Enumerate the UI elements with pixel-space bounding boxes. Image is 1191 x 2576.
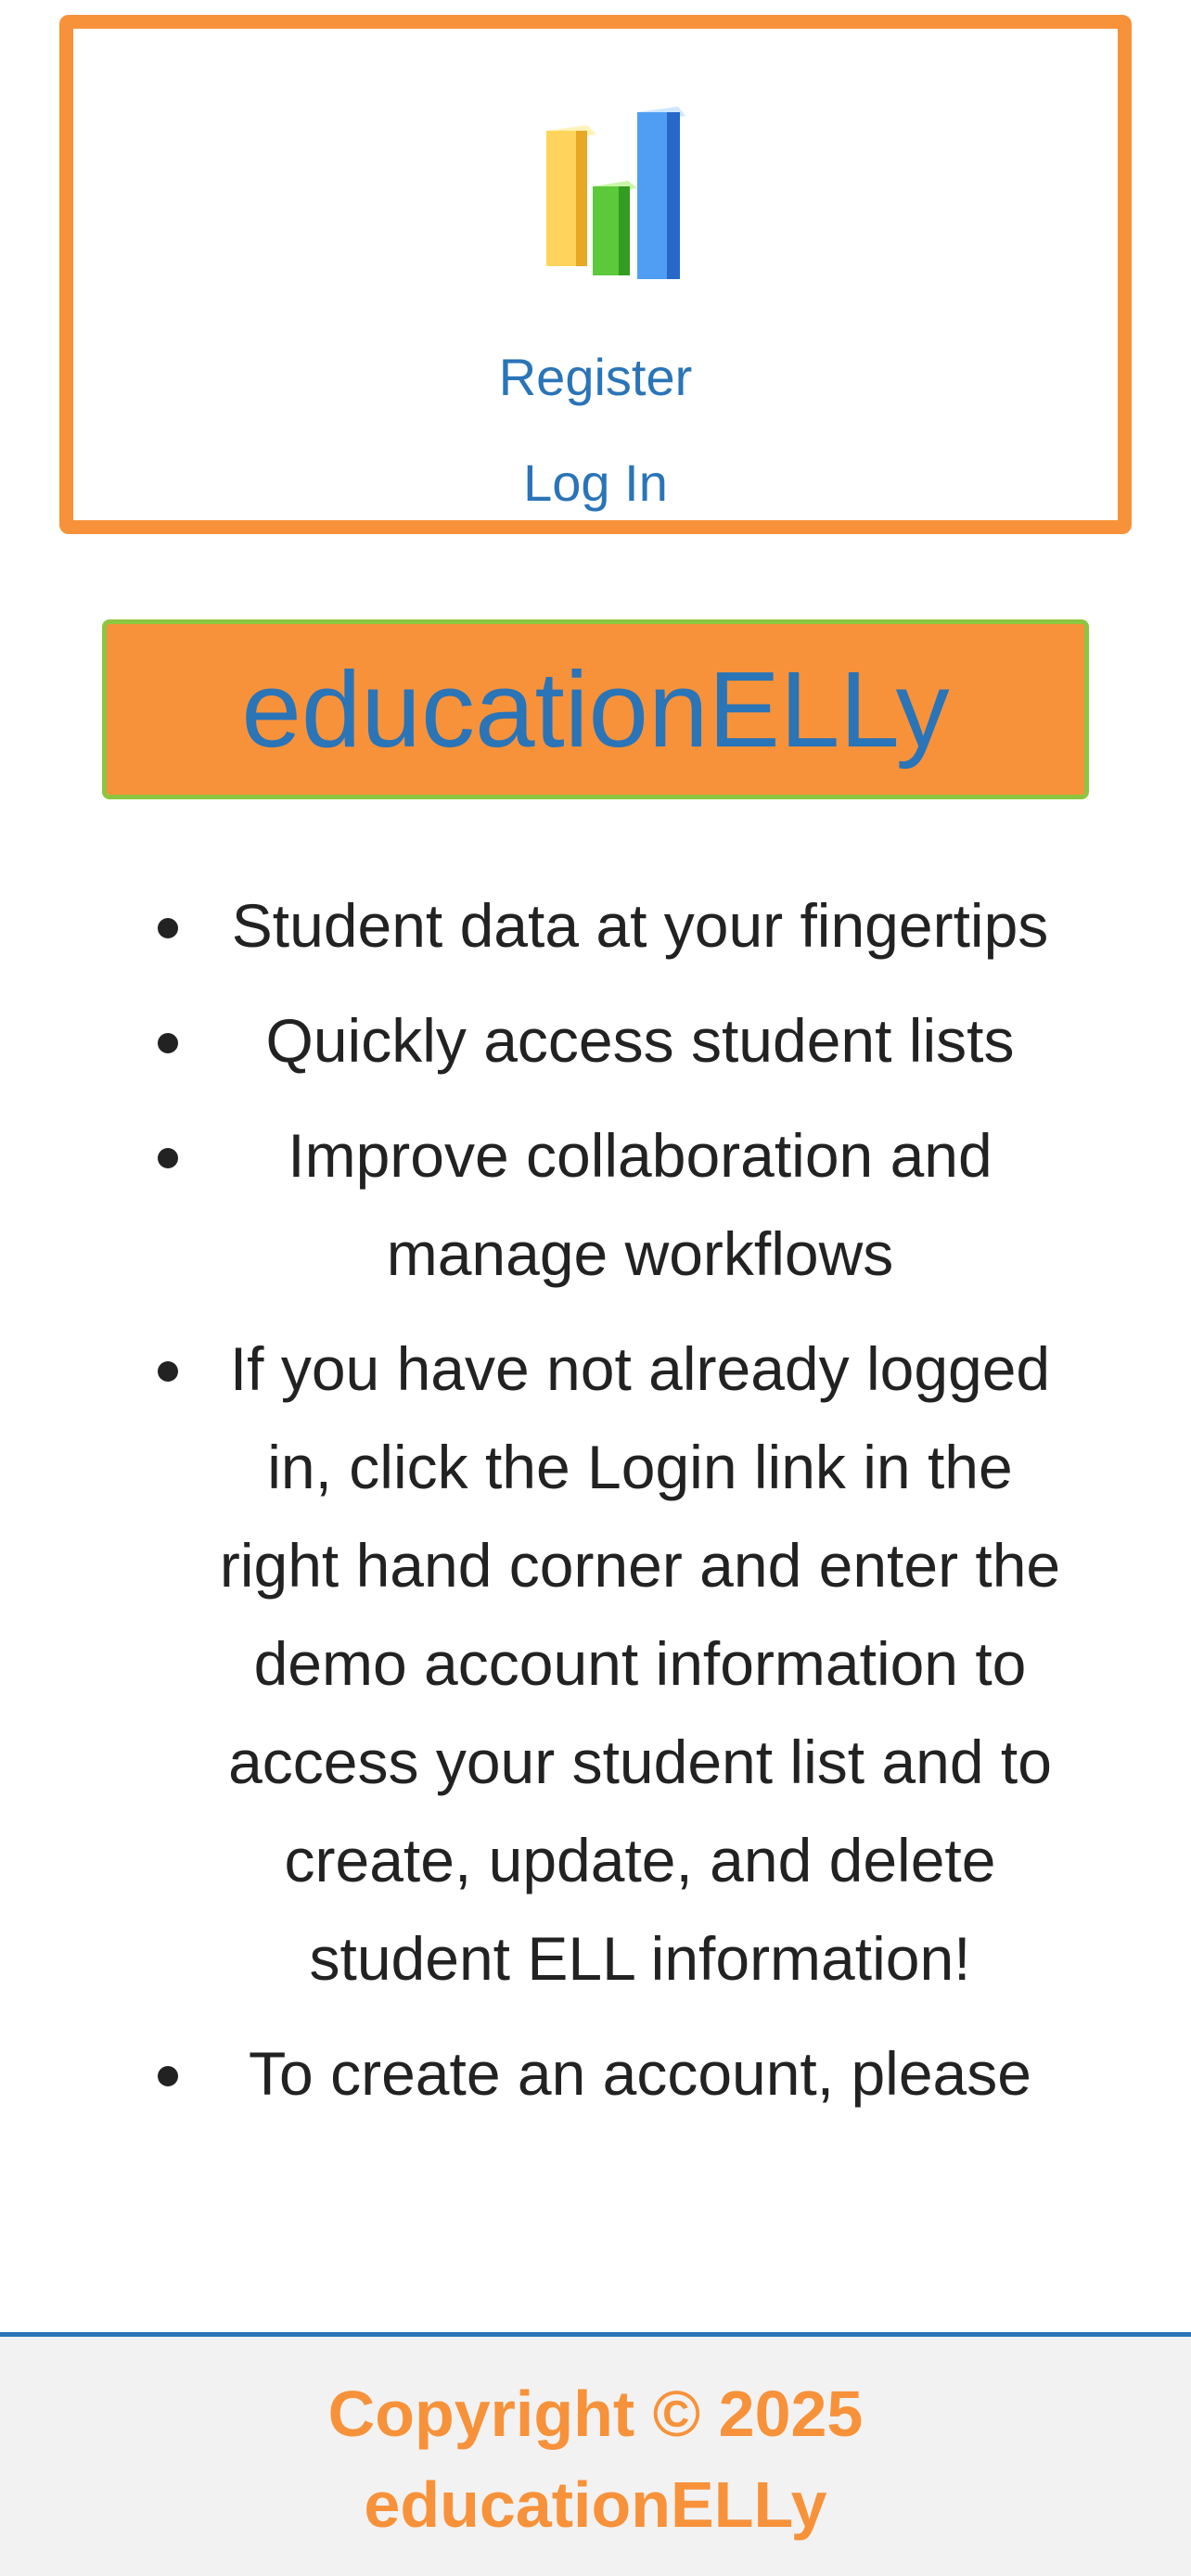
bullet-icon <box>158 1033 178 1053</box>
list-item: To create an account, please <box>148 2024 1076 2123</box>
nav-box: Register Log In <box>59 15 1132 534</box>
feature-text: If you have not already logged in, click… <box>219 1334 1061 1993</box>
list-item: Quickly access student lists <box>148 991 1076 1090</box>
register-link[interactable]: Register <box>73 348 1118 407</box>
bar-chart-icon <box>546 107 685 279</box>
page-title: educationELLy <box>241 649 950 770</box>
bullet-icon <box>158 1148 178 1168</box>
footer: Copyright © 2025 educationELLy <box>0 2332 1191 2576</box>
bullet-icon <box>158 2066 178 2086</box>
bullet-icon <box>158 1361 178 1382</box>
login-link[interactable]: Log In <box>73 453 1118 513</box>
bullet-icon <box>158 918 178 938</box>
title-banner: educationELLy <box>102 619 1089 799</box>
list-item: Improve collaboration and manage workflo… <box>148 1106 1076 1303</box>
feature-text: Student data at your fingertips <box>231 891 1049 960</box>
list-item: If you have not already logged in, click… <box>148 1320 1076 2008</box>
list-item: Student data at your fingertips <box>148 876 1076 975</box>
feature-text: Improve collaboration and manage workflo… <box>288 1121 992 1288</box>
feature-text: Quickly access student lists <box>265 1006 1015 1075</box>
copyright-text: Copyright © 2025 educationELLy <box>327 2378 864 2541</box>
feature-list: Student data at your fingertips Quickly … <box>148 876 1076 2139</box>
feature-text: To create an account, please <box>249 2039 1031 2108</box>
